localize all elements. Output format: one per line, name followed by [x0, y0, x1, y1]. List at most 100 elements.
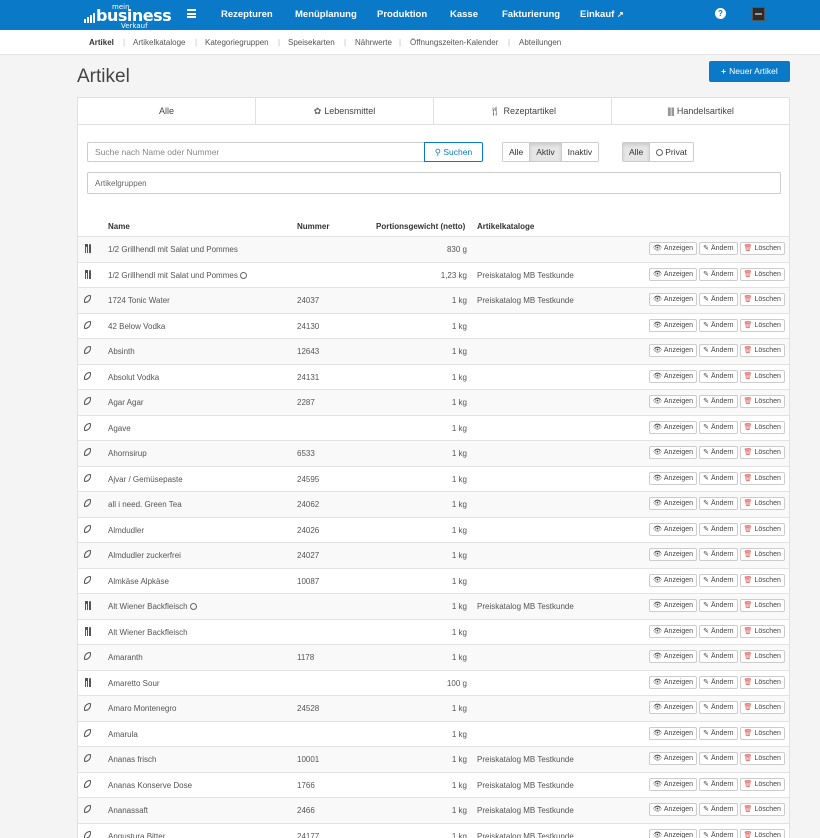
view-button[interactable]: 👁︎ Anzeigen [649, 318, 698, 332]
table-row[interactable]: Almdudler zuckerfrei 24027 1 kg 👁︎ Anzeigen ✎… [78, 542, 789, 568]
delete-button[interactable]: 🗑︎ Löschen [739, 420, 785, 434]
view-button[interactable]: 👁︎ Anzeigen [649, 548, 698, 561]
edit-button[interactable]: ✎ Ändern [699, 522, 738, 536]
table-row[interactable]: Ajvar / Gemüsepaste 24595 1 kg 👁︎ Anzeigen ✎ Ä… [78, 465, 789, 492]
edit-button[interactable]: ✎ Ändern [699, 471, 738, 485]
table-row[interactable]: Almkäse Alpkäse 10087 1 kg 👁︎ Anzeigen ✎ Änder… [78, 567, 789, 594]
tab-handelsartikel[interactable]: ||||| Handelsartikel [612, 98, 789, 124]
edit-button[interactable]: ✎ Ändern [699, 803, 738, 816]
status-filter-alle[interactable]: Alle [503, 143, 531, 161]
table-row[interactable]: Alt Wiener Backfleisch 1 kg 👁︎ Anzeigen ✎ Änd… [78, 618, 789, 645]
table-row[interactable]: Agave 1 kg 👁︎ Anzeigen ✎ Ändern 🗑︎ Löschen [78, 414, 789, 441]
edit-button[interactable]: ✎ Ändern [699, 701, 738, 714]
view-button[interactable]: 👁︎ Anzeigen [649, 420, 698, 434]
help-icon[interactable]: ? [715, 8, 726, 19]
delete-button[interactable]: 🗑︎ Löschen [739, 548, 785, 561]
table-row[interactable]: 42 Below Vodka 24130 1 kg 👁︎ Anzeigen ✎ Ändern… [78, 312, 789, 339]
nav-item-rezepturen[interactable]: Rezepturen [221, 9, 273, 20]
edit-button[interactable]: ✎ Ändern [699, 318, 738, 332]
delete-button[interactable]: 🗑︎ Löschen [739, 522, 785, 536]
delete-button[interactable]: 🗑︎ Löschen [739, 573, 785, 587]
view-button[interactable]: 👁︎ Anzeigen [649, 701, 698, 714]
table-row[interactable]: all i need. Green Tea 24062 1 kg 👁︎ Anzeigen… [78, 491, 789, 517]
subnav-artikel[interactable]: Artikel [89, 38, 114, 47]
delete-button[interactable]: 🗑︎ Löschen [739, 497, 785, 510]
tab-lebensmittel[interactable]: ✿ Lebensmittel [256, 98, 434, 124]
owner-filter-privat[interactable]: Privat [650, 143, 693, 161]
nav-item-kasse[interactable]: Kasse [450, 9, 478, 20]
view-button[interactable]: 👁︎ Anzeigen [649, 726, 698, 740]
view-button[interactable]: 👁︎ Anzeigen [649, 599, 698, 612]
view-button[interactable]: 👁︎ Anzeigen [649, 497, 698, 510]
table-row[interactable]: Angustura Bitter 24177 1 kg Preiskatalog MB… [78, 822, 789, 838]
delete-button[interactable]: 🗑︎ Löschen [739, 242, 785, 255]
edit-button[interactable]: ✎ Ändern [699, 395, 738, 408]
delete-button[interactable]: 🗑︎ Löschen [739, 828, 785, 838]
delete-button[interactable]: 🗑︎ Löschen [739, 446, 785, 459]
hamburger-menu-icon[interactable] [187, 9, 196, 18]
edit-button[interactable]: ✎ Ändern [699, 548, 738, 561]
edit-button[interactable]: ✎ Ändern [699, 752, 738, 765]
delete-button[interactable]: 🗑︎ Löschen [739, 650, 785, 663]
edit-button[interactable]: ✎ Ändern [699, 344, 738, 357]
view-button[interactable]: 👁︎ Anzeigen [649, 344, 698, 357]
table-row[interactable]: Absinth 12643 1 kg 👁︎ Anzeigen ✎ Ändern 🗑︎ Lösch… [78, 338, 789, 364]
view-button[interactable]: 👁︎ Anzeigen [649, 446, 698, 459]
nav-item-fakturierung[interactable]: Fakturierung [502, 9, 560, 20]
delete-button[interactable]: 🗑︎ Löschen [739, 726, 785, 740]
edit-button[interactable]: ✎ Ändern [699, 599, 738, 612]
table-row[interactable]: 1/2 Grillhendl mit Salat und Pommes 830 g… [78, 236, 789, 262]
view-button[interactable]: 👁︎ Anzeigen [649, 293, 698, 306]
subnav-naehrwerte[interactable]: Nährwerte [355, 38, 392, 47]
view-button[interactable]: 👁︎ Anzeigen [649, 803, 698, 816]
edit-button[interactable]: ✎ Ändern [699, 369, 738, 383]
table-row[interactable]: Almdudler 24026 1 kg 👁︎ Anzeigen ✎ Ändern 🗑︎ Lös… [78, 516, 789, 543]
edit-button[interactable]: ✎ Ändern [699, 267, 738, 281]
edit-button[interactable]: ✎ Ändern [699, 446, 738, 459]
table-row[interactable]: Alt Wiener Backfleisch 1 kg Preiskatalog M… [78, 593, 789, 619]
table-row[interactable]: Ananassaft 2466 1 kg Preiskatalog MB Testku… [78, 797, 789, 823]
subnav-kategoriegruppen[interactable]: Kategoriegruppen [205, 38, 269, 47]
table-row[interactable]: Absolut Vodka 24131 1 kg 👁︎ Anzeigen ✎ Ändern 🗑… [78, 363, 789, 390]
edit-button[interactable]: ✎ Ändern [699, 828, 738, 838]
subnav-oeffnungszeiten[interactable]: Öffnungszeiten-Kalender [410, 38, 498, 47]
table-row[interactable]: 1724 Tonic Water 24037 1 kg Preiskatalog MB… [78, 287, 789, 313]
table-row[interactable]: Ananas frisch 10001 1 kg Preiskatalog MB Te… [78, 746, 789, 772]
edit-button[interactable]: ✎ Ändern [699, 573, 738, 587]
view-button[interactable]: 👁︎ Anzeigen [649, 522, 698, 536]
edit-button[interactable]: ✎ Ändern [699, 242, 738, 255]
edit-button[interactable]: ✎ Ändern [699, 624, 738, 638]
view-button[interactable]: 👁︎ Anzeigen [649, 675, 698, 689]
search-button[interactable]: ⚲ Suchen [424, 142, 483, 162]
subnav-speisekarten[interactable]: Speisekarten [288, 38, 335, 47]
delete-button[interactable]: 🗑︎ Löschen [739, 267, 785, 281]
view-button[interactable]: 👁︎ Anzeigen [649, 267, 698, 281]
delete-button[interactable]: 🗑︎ Löschen [739, 344, 785, 357]
delete-button[interactable]: 🗑︎ Löschen [739, 471, 785, 485]
nav-item-menueplanung[interactable]: Menüplanung [295, 9, 357, 20]
column-header-catalogs[interactable]: Artikelkataloge [477, 222, 534, 231]
table-row[interactable]: Amaranth 1178 1 kg 👁︎ Anzeigen ✎ Ändern 🗑︎ Lösch… [78, 644, 789, 670]
edit-button[interactable]: ✎ Ändern [699, 726, 738, 740]
status-filter-aktiv[interactable]: Aktiv [530, 143, 562, 161]
edit-button[interactable]: ✎ Ändern [699, 650, 738, 663]
view-button[interactable]: 👁︎ Anzeigen [649, 624, 698, 638]
view-button[interactable]: 👁︎ Anzeigen [649, 573, 698, 587]
delete-button[interactable]: 🗑︎ Löschen [739, 752, 785, 765]
subnav-abteilungen[interactable]: Abteilungen [519, 38, 561, 47]
nav-item-einkauf[interactable]: Einkauf ↗ [580, 9, 624, 20]
column-header-number[interactable]: Nummer [297, 222, 329, 231]
table-row[interactable]: Amaretto Sour 100 g 👁︎ Anzeigen ✎ Ändern 🗑︎ Lös… [78, 669, 789, 696]
delete-button[interactable]: 🗑︎ Löschen [739, 777, 785, 791]
edit-button[interactable]: ✎ Ändern [699, 497, 738, 510]
search-input[interactable] [87, 142, 424, 162]
nav-item-produktion[interactable]: Produktion [377, 9, 427, 20]
view-button[interactable]: 👁︎ Anzeigen [649, 777, 698, 791]
table-row[interactable]: Ahornsirup 6533 1 kg 👁︎ Anzeigen ✎ Ändern 🗑︎ Lös… [78, 440, 789, 466]
delete-button[interactable]: 🗑︎ Löschen [739, 803, 785, 816]
delete-button[interactable]: 🗑︎ Löschen [739, 318, 785, 332]
view-button[interactable]: 👁︎ Anzeigen [649, 752, 698, 765]
delete-button[interactable]: 🗑︎ Löschen [739, 293, 785, 306]
new-article-button[interactable]: + Neuer Artikel [709, 61, 790, 82]
owner-filter-alle[interactable]: Alle [623, 143, 651, 161]
